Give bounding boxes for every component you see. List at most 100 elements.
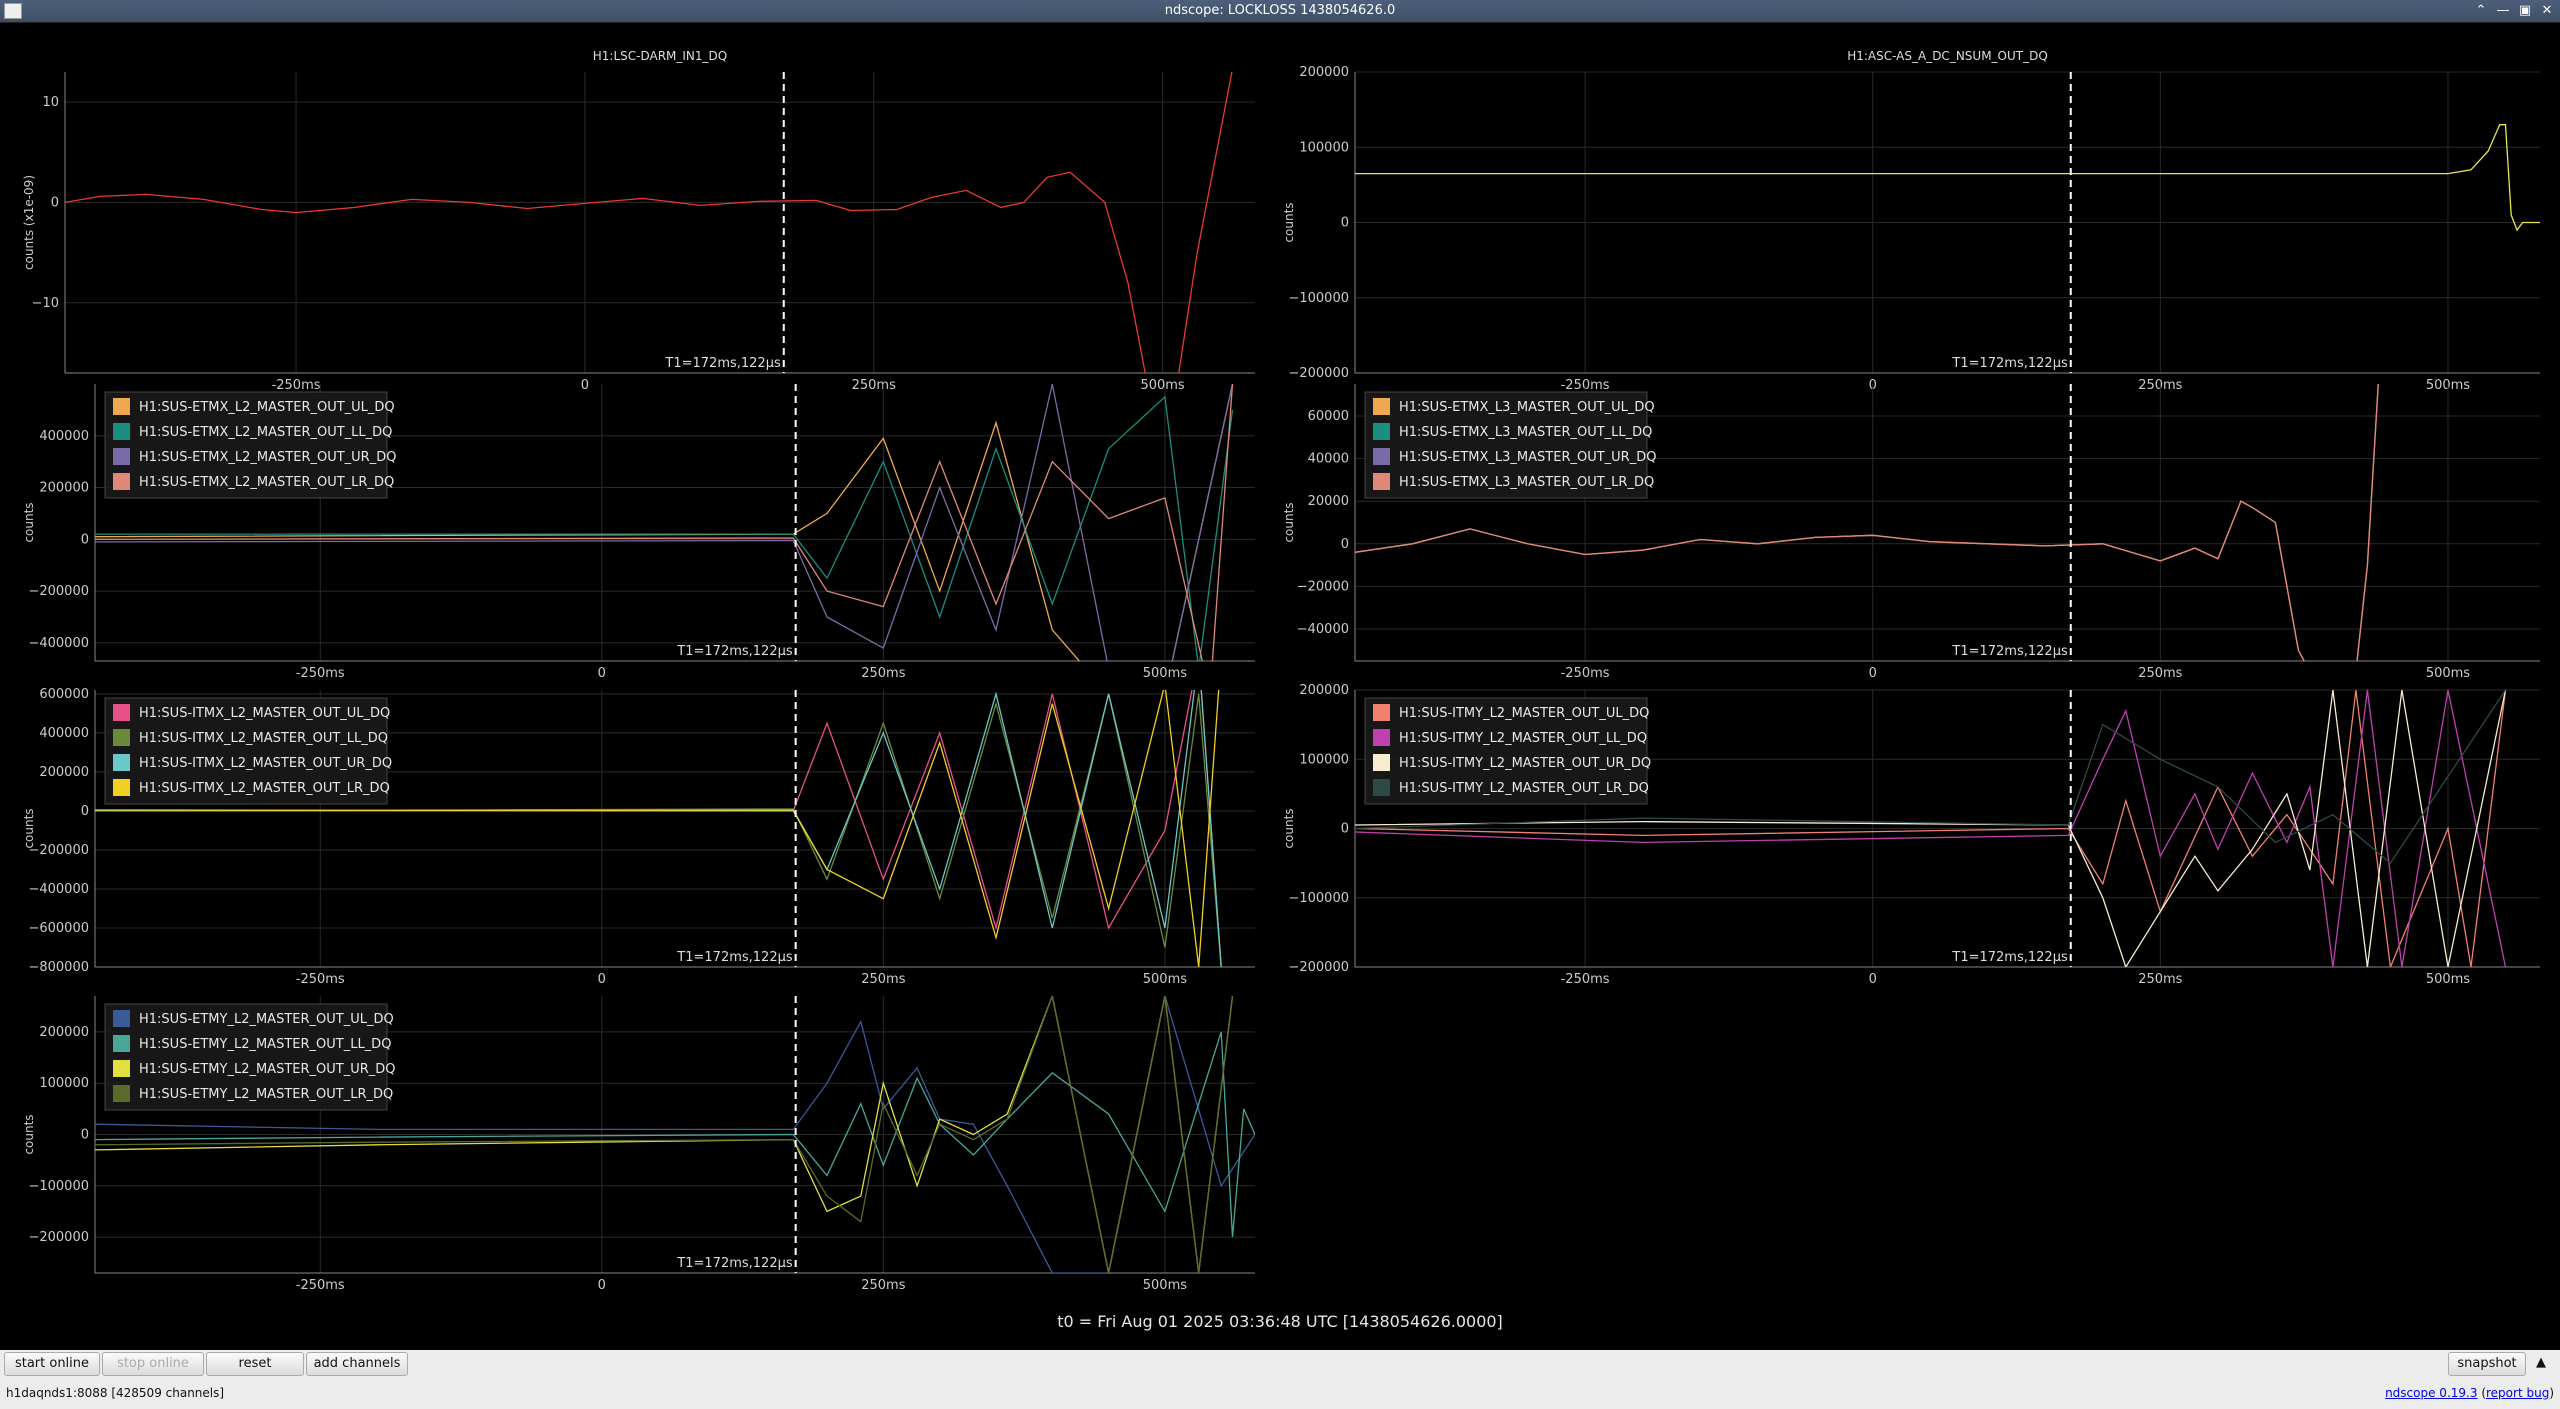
- plot-darm[interactable]: H1:LSC-DARM_IN1_DQ counts (x1e-09) -250ms 0…: [0, 42, 1280, 397]
- y-tick-label: −200000: [28, 843, 89, 858]
- plot-svg[interactable]: counts-250ms 0 250ms 500ms−800000−600000−40…: [0, 686, 1280, 991]
- legend-entry: H1:SUS-ITMY_L2_MASTER_OUT_UL_DQ: [1399, 706, 1649, 721]
- y-tick-label: 400000: [39, 726, 89, 741]
- reset-button[interactable]: reset: [206, 1352, 304, 1376]
- y-tick-label: 0: [51, 195, 59, 210]
- y-tick-label: 0: [81, 804, 89, 819]
- plot-itmx-l2[interactable]: counts -250ms 0 250ms 500ms −800000 −600000 −40…: [0, 686, 1280, 991]
- legend-swatch: [1373, 704, 1390, 721]
- y-axis-label: counts: [1282, 502, 1296, 542]
- legend-entry: H1:SUS-ITMY_L2_MASTER_OUT_UR_DQ: [1399, 756, 1651, 771]
- series-group: [1355, 124, 2540, 232]
- plot-etmx-l3[interactable]: counts -250ms 0 250ms 500ms −40000 −20000 0 2000…: [1280, 380, 2560, 685]
- legend-entry: H1:SUS-ETMX_L3_MASTER_OUT_LL_DQ: [1399, 425, 1652, 440]
- legend: H1:SUS-ETMY_L2_MASTER_OUT_UL_DQ H1:SUS-ET…: [104, 1003, 396, 1111]
- y-tick-label: 10: [42, 95, 59, 110]
- legend-swatch: [1373, 729, 1390, 746]
- cursor-t1-label: T1=172ms,122µs: [676, 1256, 793, 1271]
- legend-entry: H1:SUS-ETMX_L3_MASTER_OUT_LR_DQ: [1399, 475, 1654, 490]
- y-tick-label: −40000: [1297, 622, 1349, 637]
- x-tick-label: 0: [1869, 666, 1877, 681]
- plot-svg[interactable]: counts -250ms 0 250ms 500ms −200000 −100000 0 10…: [0, 992, 1280, 1297]
- plot-svg[interactable]: H1:LSC-DARM_IN1_DQcounts (x1e-09)-250ms 0…: [0, 42, 1280, 397]
- y-tick-label: 60000: [1308, 409, 1349, 424]
- plot-area: H1:LSC-DARM_IN1_DQ counts (x1e-09) -250ms 0…: [0, 22, 2560, 1352]
- legend-swatch: [113, 754, 130, 771]
- y-axis-label: counts: [1282, 808, 1296, 848]
- legend-swatch: [1373, 779, 1390, 796]
- y-tick-label: 20000: [1308, 494, 1349, 509]
- plot-as-a-dc[interactable]: H1:ASC-AS_A_DC_NSUM_OUT_DQ counts -250ms 0 2…: [1280, 42, 2560, 397]
- legend-entry: H1:SUS-ETMY_L2_MASTER_OUT_LR_DQ: [139, 1087, 393, 1102]
- t0-label: t0 = Fri Aug 01 2025 03:36:48 UTC [14380…: [1057, 1312, 1503, 1331]
- x-tick-label: 500ms: [1143, 1278, 1187, 1293]
- close-icon[interactable]: ✕: [2538, 2, 2556, 20]
- plot-etmx-l2[interactable]: counts -250ms 0 250ms 500ms −400000 −200000 0 20…: [0, 380, 1280, 685]
- snapshot-button[interactable]: snapshot: [2448, 1352, 2526, 1376]
- plot-svg[interactable]: counts -250ms 0 250ms 500ms −200000 −100000 0 10…: [1280, 683, 2560, 991]
- legend: H1:SUS-ITMY_L2_MASTER_OUT_UL_DQ H1:SUS-IT…: [1364, 697, 1651, 805]
- legend-entry: H1:SUS-ITMX_L2_MASTER_OUT_LL_DQ: [139, 731, 388, 746]
- y-tick-label: −100000: [28, 1179, 89, 1194]
- y-axis-label: counts: [22, 502, 36, 542]
- cursor-t1-label: T1=172ms,122µs: [1951, 950, 2068, 965]
- legend-entry: H1:SUS-ITMY_L2_MASTER_OUT_LL_DQ: [1399, 731, 1647, 746]
- legend-swatch: [113, 1010, 130, 1027]
- plot-svg[interactable]: H1:ASC-AS_A_DC_NSUM_OUT_DQcounts-250ms 0 2…: [1280, 42, 2560, 397]
- x-tick-label: 500ms: [1143, 666, 1187, 681]
- y-tick-label: 100000: [1299, 752, 1349, 767]
- start-online-button[interactable]: start online: [4, 1352, 100, 1376]
- legend-swatch: [1373, 448, 1390, 465]
- x-tick-label: 250ms: [2138, 972, 2182, 987]
- legend-swatch: [113, 729, 130, 746]
- x-tick-label: -250ms: [1561, 666, 1610, 681]
- legend-entry: H1:SUS-ETMY_L2_MASTER_OUT_LL_DQ: [139, 1037, 391, 1052]
- legend-entry: H1:SUS-ITMY_L2_MASTER_OUT_LR_DQ: [1399, 781, 1649, 796]
- y-tick-label: 600000: [39, 687, 89, 702]
- legend-entry: H1:SUS-ITMX_L2_MASTER_OUT_UL_DQ: [139, 706, 390, 721]
- legend-swatch: [113, 423, 130, 440]
- legend-entry: H1:SUS-ETMY_L2_MASTER_OUT_UL_DQ: [139, 1012, 394, 1027]
- legend-swatch: [113, 779, 130, 796]
- restore-icon[interactable]: ▣: [2516, 2, 2534, 20]
- legend-swatch: [1373, 754, 1390, 771]
- y-tick-label: 40000: [1308, 452, 1349, 467]
- minimize-icon[interactable]: —: [2494, 2, 2512, 20]
- expand-up-icon[interactable]: ▲: [2528, 1352, 2554, 1374]
- y-tick-label: 0: [81, 532, 89, 547]
- version-link[interactable]: ndscope 0.19.3: [2385, 1386, 2477, 1400]
- plot-etmy-l2[interactable]: counts -250ms 0 250ms 500ms −200000 −100000 0 10…: [0, 992, 1280, 1297]
- plot-title: H1:ASC-AS_A_DC_NSUM_OUT_DQ: [1847, 49, 2048, 63]
- y-axis-label: counts: [1282, 202, 1296, 242]
- legend-entry: H1:SUS-ETMY_L2_MASTER_OUT_UR_DQ: [139, 1062, 396, 1077]
- maximize-up-icon[interactable]: ⌃: [2472, 2, 2490, 20]
- y-axis-label: counts: [22, 1114, 36, 1154]
- y-tick-label: 0: [81, 1128, 89, 1143]
- x-tick-label: 250ms: [861, 1278, 905, 1293]
- plot-svg[interactable]: counts -250ms 0 250ms 500ms −400000 −200000 0 20…: [0, 380, 1280, 685]
- version-info: ndscope 0.19.3 (report bug): [2385, 1386, 2554, 1400]
- plot-svg[interactable]: counts -250ms 0 250ms 500ms −40000 −20000 0 2000…: [1280, 380, 2560, 685]
- stop-online-button[interactable]: stop online: [102, 1352, 204, 1376]
- series-group: [65, 72, 1233, 373]
- add-channels-button[interactable]: add channels: [306, 1352, 408, 1376]
- legend-swatch: [113, 473, 130, 490]
- y-tick-label: −100000: [1288, 891, 1349, 906]
- legend-swatch: [1373, 473, 1390, 490]
- y-tick-label: −800000: [28, 960, 89, 975]
- legend-entry: H1:SUS-ITMX_L2_MASTER_OUT_UR_DQ: [139, 756, 392, 771]
- legend: H1:SUS-ITMX_L2_MASTER_OUT_UL_DQ H1:SUS-IT…: [104, 697, 392, 805]
- legend-swatch: [1373, 398, 1390, 415]
- x-tick-label: -250ms: [1561, 972, 1610, 987]
- legend-swatch: [113, 398, 130, 415]
- series-line: [65, 72, 1233, 373]
- y-tick-label: 0: [1341, 822, 1349, 837]
- report-bug-link[interactable]: report bug: [2486, 1386, 2549, 1400]
- plot-itmy-l2[interactable]: counts -250ms 0 250ms 500ms −200000 −100000 0 10…: [1280, 683, 2560, 991]
- y-axis-label: counts (x1e-09): [22, 175, 36, 270]
- x-tick-label: 0: [1869, 972, 1877, 987]
- x-tick-label: 500ms: [2426, 666, 2470, 681]
- bottom-toolbar: start online stop online reset add chann…: [0, 1350, 2560, 1409]
- server-status: h1daqnds1:8088 [428509 channels]: [6, 1386, 225, 1400]
- legend-entry: H1:SUS-ETMX_L2_MASTER_OUT_LR_DQ: [139, 475, 394, 490]
